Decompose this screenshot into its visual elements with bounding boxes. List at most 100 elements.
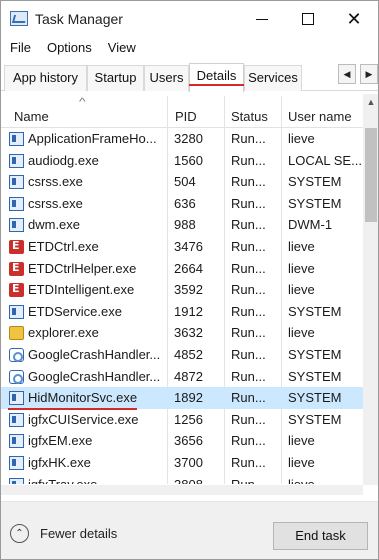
process-name: ETDCtrlHelper.exe — [28, 260, 137, 276]
process-pid: 3592 — [174, 282, 203, 298]
gear-icon — [9, 348, 24, 362]
scroll-up-icon[interactable]: ▲ — [363, 94, 378, 110]
process-name: csrss.exe — [28, 195, 83, 211]
table-row[interactable]: ETDIntelligent.exe 3592 Run... lieve — [1, 279, 363, 301]
etd-icon — [9, 282, 24, 298]
process-status: Run... — [231, 152, 266, 168]
table-row[interactable]: igfxTray.exe 3808 Run... lieve — [1, 474, 363, 484]
column-header-user-name[interactable]: User name — [288, 109, 352, 124]
scrollbar-thumb[interactable] — [365, 128, 377, 222]
menu-file[interactable]: File — [1, 38, 39, 60]
window-icon — [9, 153, 24, 168]
column-header-pid[interactable]: PID — [175, 109, 197, 124]
process-user: lieve — [288, 477, 362, 484]
process-name: ETDCtrl.exe — [28, 239, 99, 254]
process-status: Run... — [231, 411, 266, 427]
process-user: lieve — [288, 433, 315, 449]
table-row[interactable]: audiodg.exe 1560 Run... LOCAL SE... — [1, 150, 363, 172]
process-name: ETDService.exe — [28, 303, 122, 319]
table-row[interactable]: dwm.exe 988 Run... DWM-1 — [1, 214, 363, 236]
process-name: GoogleCrashHandler... — [28, 368, 161, 384]
window-icon — [9, 456, 24, 470]
process-name: igfxCUIService.exe — [28, 411, 139, 427]
tab-details[interactable]: Details — [189, 63, 244, 92]
table-row[interactable]: HidMonitorSvc.exe 1892 Run... SYSTEM — [1, 387, 363, 409]
process-user: lieve — [288, 455, 315, 470]
table-row[interactable]: ETDService.exe 1912 Run... SYSTEM — [1, 301, 363, 323]
window-icon — [9, 196, 24, 211]
table-row[interactable]: GoogleCrashHandler... 4872 Run... SYSTEM — [1, 366, 363, 388]
process-user: SYSTEM — [288, 347, 342, 362]
process-pid: 504 — [174, 174, 196, 190]
process-user: LOCAL SE... — [288, 152, 362, 168]
table-row[interactable]: explorer.exe 3632 Run... lieve — [1, 322, 363, 344]
fewer-details-link[interactable]: Fewer details — [40, 526, 117, 541]
table-row[interactable]: csrss.exe 636 Run... SYSTEM — [1, 193, 363, 215]
table-row[interactable]: ETDCtrlHelper.exe 2664 Run... lieve — [1, 258, 363, 280]
process-pid: 3632 — [174, 325, 203, 341]
process-pid: 1892 — [174, 390, 203, 406]
window-icon — [9, 175, 24, 190]
table-row[interactable]: ApplicationFrameHo... 3280 Run... lieve — [1, 128, 363, 150]
menu-view[interactable]: View — [100, 38, 144, 60]
task-manager-icon — [10, 11, 28, 26]
table-row[interactable]: igfxCUIService.exe 1256 Run... SYSTEM — [1, 409, 363, 431]
process-name: GoogleCrashHandler... — [28, 347, 161, 362]
process-name: ETDIntelligent.exe — [28, 282, 135, 298]
maximize-button[interactable] — [285, 1, 331, 37]
process-status: Run... — [231, 325, 266, 341]
process-status: Run... — [231, 174, 266, 190]
title-bar[interactable]: Task Manager ✕ — [1, 1, 378, 37]
window-icon — [9, 304, 24, 319]
process-pid: 4872 — [174, 368, 203, 384]
process-status: Run... — [231, 260, 266, 276]
end-task-button[interactable]: End task — [273, 522, 368, 550]
chevron-left-icon: ◀ — [343, 68, 351, 79]
menu-options[interactable]: Options — [39, 38, 100, 60]
process-name: igfxEM.exe — [28, 433, 93, 449]
process-user: lieve — [288, 260, 315, 276]
column-header-name[interactable]: Name — [14, 109, 49, 124]
tab-users[interactable]: Users — [144, 65, 189, 91]
chevron-up-icon[interactable]: ⌃ — [10, 524, 29, 543]
process-name: igfxTray.exe — [28, 477, 166, 484]
table-row[interactable]: ETDCtrl.exe 3476 Run... lieve — [1, 236, 363, 258]
process-pid: 1912 — [174, 303, 203, 319]
table-row[interactable]: GoogleCrashHandler... 4852 Run... SYSTEM — [1, 344, 363, 366]
process-name: explorer.exe — [28, 325, 99, 341]
table-header: Name PID Status User name — [1, 92, 363, 128]
process-name: igfxHK.exe — [28, 455, 91, 470]
task-manager-window: Task Manager ✕ File Options View App his… — [0, 0, 379, 560]
tab-app-history[interactable]: App history — [4, 65, 87, 91]
column-header-status[interactable]: Status — [231, 109, 268, 124]
vertical-scrollbar[interactable]: ▲ — [363, 94, 378, 485]
process-status: Run... — [231, 477, 281, 484]
process-user: lieve — [288, 325, 315, 341]
window-title: Task Manager — [35, 11, 123, 27]
window-icon — [9, 132, 24, 146]
close-button[interactable]: ✕ — [331, 1, 377, 37]
table-row[interactable]: csrss.exe 504 Run... SYSTEM — [1, 171, 363, 193]
process-pid: 3700 — [174, 455, 203, 470]
process-pid: 3280 — [174, 131, 203, 146]
window-icon — [9, 412, 24, 427]
explorer-icon — [9, 326, 24, 341]
tab-scroll-right-button[interactable]: ▶ — [360, 64, 378, 84]
tab-startup[interactable]: Startup — [87, 65, 144, 91]
tab-services[interactable]: Services — [244, 65, 302, 91]
tab-scroll-left-button[interactable]: ◀ — [338, 64, 356, 84]
process-user: lieve — [288, 131, 315, 146]
minimize-button[interactable] — [239, 1, 285, 37]
process-pid: 4852 — [174, 347, 203, 362]
table-row[interactable]: igfxEM.exe 3656 Run... lieve — [1, 430, 363, 452]
etd-icon — [9, 261, 24, 276]
process-pid: 988 — [174, 217, 196, 233]
process-user: DWM-1 — [288, 217, 333, 233]
table-row[interactable]: igfxHK.exe 3700 Run... lieve — [1, 452, 363, 474]
maximize-icon — [302, 13, 314, 25]
process-status: Run... — [231, 303, 266, 319]
process-status: Run... — [231, 195, 266, 211]
horizontal-scrollbar[interactable] — [1, 485, 363, 495]
process-user: SYSTEM — [288, 195, 342, 211]
chevron-right-icon: ▶ — [365, 68, 373, 79]
